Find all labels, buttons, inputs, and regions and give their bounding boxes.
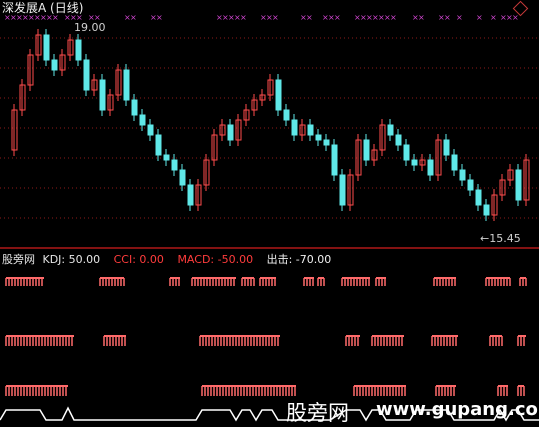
candle-body — [43, 34, 50, 61]
candle-body — [187, 184, 194, 206]
signal-marker: × — [476, 13, 483, 22]
cci-value: CCI: 0.00 — [113, 253, 164, 266]
candle-body — [515, 169, 522, 201]
candle-body — [331, 144, 338, 176]
stock-chart-window[interactable]: × × × × × × × × × × × × × × × × × × × × × × × × × × × × × × × × × × × × × × × ×… — [0, 0, 539, 426]
candle-body — [99, 79, 106, 111]
watermark-url: www.gupang.com — [376, 399, 539, 420]
candle-body — [75, 39, 82, 61]
candle-body — [459, 169, 466, 181]
chart-title: 深发展A (日线) — [2, 1, 84, 15]
candle-body — [139, 114, 146, 126]
candle-body — [387, 124, 394, 136]
indicator-bar: 股旁网 KDJ: 50.00 CCI: 0.00 MACD: -50.00 出击… — [2, 253, 331, 266]
candle-body — [227, 124, 234, 141]
signal-marker: × — [156, 13, 163, 22]
signal-marker: × — [130, 13, 137, 22]
macd-value: MACD: -50.00 — [177, 253, 254, 266]
signal-marker: × — [390, 13, 397, 22]
signal-marker: × — [272, 13, 279, 22]
candle-body — [323, 139, 330, 146]
candle-body — [283, 109, 290, 121]
candle-body — [467, 179, 474, 191]
watermark-cn: 股旁网 — [286, 401, 349, 425]
candle-body — [451, 154, 458, 171]
chart-canvas[interactable]: × × × × × × × × × × × × × × × × × × × × × × × × × × × × × × × × × × × × × × × ×… — [0, 0, 539, 426]
candle-body — [483, 204, 490, 216]
signal-marker: × — [306, 13, 313, 22]
candle-body — [307, 124, 314, 136]
candle-body — [315, 134, 322, 141]
signal-marker: × — [490, 13, 497, 22]
candle-body — [443, 139, 450, 156]
signal-marker: × — [418, 13, 425, 22]
candle-body — [147, 124, 154, 136]
candle-body — [411, 159, 418, 166]
candle-body — [403, 144, 410, 161]
candle-body — [291, 119, 298, 136]
candle-body — [275, 79, 282, 111]
signal-marker: × — [444, 13, 451, 22]
candle-body — [339, 174, 346, 206]
candle-body — [163, 154, 170, 161]
candle-body — [427, 159, 434, 176]
candle-body — [123, 69, 130, 101]
candle-body — [51, 59, 58, 71]
candle-body — [475, 189, 482, 206]
candle-body — [131, 99, 138, 116]
exit-value: 出击: -70.00 — [266, 253, 332, 266]
candle-body — [83, 59, 90, 91]
low-price-label: ←15.45 — [480, 232, 521, 245]
source-label: 股旁网 — [2, 253, 35, 266]
candle-body — [171, 159, 178, 171]
kdj-value: KDJ: 50.00 — [42, 253, 101, 266]
candle-body — [155, 134, 162, 156]
signal-marker: × — [240, 13, 247, 22]
high-price-label: 19.00 — [74, 21, 106, 34]
candle-body — [363, 139, 370, 161]
candle-body — [179, 169, 186, 186]
signal-marker: × — [456, 13, 463, 22]
signal-marker: × — [334, 13, 341, 22]
candle-body — [395, 134, 402, 146]
